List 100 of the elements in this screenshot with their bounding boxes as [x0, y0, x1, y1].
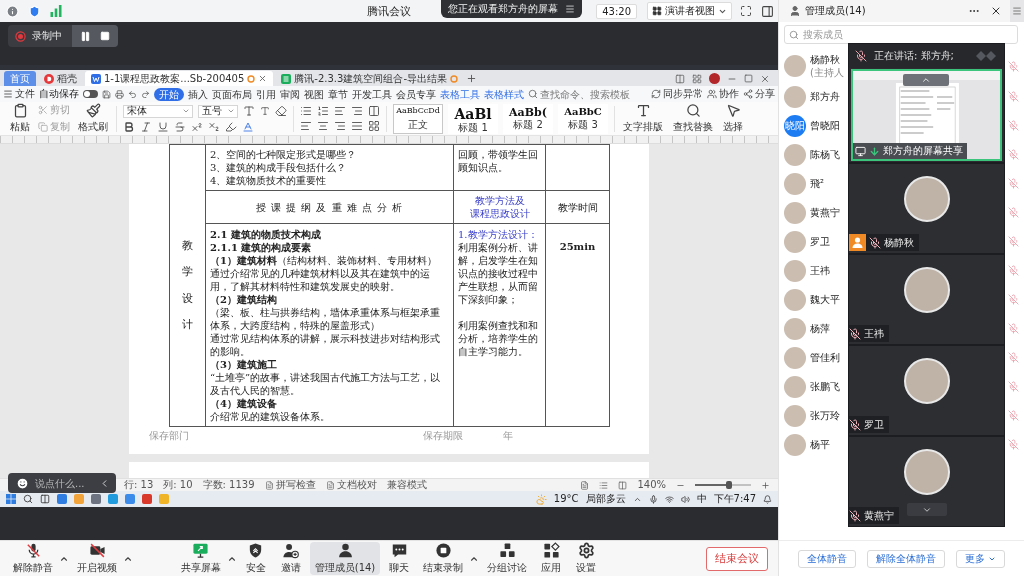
file-menu-button[interactable]: 文件: [3, 87, 35, 101]
align-left-icon[interactable]: [300, 120, 312, 132]
reading-view-icon[interactable]: [618, 480, 628, 490]
menu-icon[interactable]: [3, 89, 13, 99]
video-off-icon[interactable]: [88, 542, 106, 559]
start-video-button[interactable]: 开启视频: [72, 542, 122, 575]
document-tab[interactable]: 1-1课程思政教案...Sb-200405: [85, 71, 274, 86]
breakout-rooms-button[interactable]: 分组讨论: [482, 542, 533, 575]
list-icon[interactable]: [565, 4, 575, 14]
italic-icon[interactable]: [140, 120, 152, 133]
invite-button[interactable]: 邀请: [274, 542, 307, 575]
share-button[interactable]: 分享: [743, 87, 775, 101]
ribbon-tab[interactable]: 插入: [188, 87, 208, 101]
restore-icon[interactable]: [744, 74, 753, 83]
ribbon-tab[interactable]: 会员专享: [396, 87, 436, 101]
end-meeting-button[interactable]: 结束会议: [706, 546, 768, 571]
grid-icon[interactable]: [652, 6, 662, 16]
columns-icon[interactable]: [368, 105, 380, 117]
sidebar-toggle-icon[interactable]: [761, 4, 774, 18]
command-search-field[interactable]: 查找命令、搜索模板: [528, 87, 636, 101]
pause-icon[interactable]: [80, 30, 91, 42]
find-replace-button[interactable]: 查找替换: [671, 103, 715, 134]
stop-recording-button[interactable]: 结束录制: [418, 542, 469, 575]
apps-button[interactable]: 应用: [535, 542, 568, 575]
strikethrough-icon[interactable]: [174, 120, 186, 133]
new-tab-icon[interactable]: [466, 73, 478, 84]
undo-icon[interactable]: [128, 89, 137, 99]
document-icon[interactable]: [264, 480, 274, 490]
style-preset[interactable]: AaBbCcDd 正文: [393, 103, 443, 134]
mute-all-button[interactable]: 全体静音: [798, 549, 856, 568]
text-layout-button[interactable]: 文字排版: [621, 103, 665, 134]
unmute-all-button[interactable]: 解除全体静音: [867, 549, 945, 568]
volume-icon[interactable]: [680, 494, 690, 504]
numbered-list-icon[interactable]: [317, 105, 329, 117]
indent-icon[interactable]: [334, 105, 346, 117]
signal-icon[interactable]: [50, 5, 62, 17]
ribbon-tab[interactable]: 开发工具: [352, 87, 392, 101]
chat-input[interactable]: 说点什么...: [8, 473, 116, 493]
zoom-in-icon[interactable]: [761, 480, 770, 490]
redo-icon[interactable]: [141, 89, 150, 99]
outdent-icon[interactable]: [351, 105, 363, 117]
ribbon-tab[interactable]: 引用: [256, 87, 276, 101]
manage-members-button[interactable]: 管理成员(14): [309, 542, 381, 575]
autosave-toggle[interactable]: [83, 90, 98, 98]
slider-thumb[interactable]: [725, 481, 732, 489]
settings-icon[interactable]: [577, 542, 595, 559]
save-icon[interactable]: [102, 89, 111, 99]
font-dropdown[interactable]: 宋体: [123, 104, 193, 118]
style-preset[interactable]: AaBb( 标题 2: [503, 103, 553, 134]
screen-share-icon[interactable]: [192, 542, 210, 559]
superscript-icon[interactable]: [191, 120, 203, 133]
document-tab[interactable]: 腾讯-2.3.3建筑空间组合-导出结果: [275, 71, 465, 86]
chat-button[interactable]: 聊天: [383, 542, 416, 575]
style-preset[interactable]: AaBbC 标题 3: [558, 103, 608, 134]
smiley-icon[interactable]: [16, 476, 29, 490]
search-icon[interactable]: [23, 494, 33, 504]
sync-status-button[interactable]: 同步异常: [651, 87, 703, 101]
grow-font-icon[interactable]: [243, 105, 255, 117]
windows-logo-icon[interactable]: [6, 494, 16, 504]
align-right-icon[interactable]: [334, 120, 346, 132]
stop-icon[interactable]: [434, 542, 452, 559]
stop-icon[interactable]: [100, 31, 110, 41]
ribbon-tab[interactable]: 表格工具: [440, 87, 480, 101]
subscript-icon[interactable]: [208, 120, 220, 133]
settings-button[interactable]: 设置: [570, 542, 603, 575]
layout-icon[interactable]: [675, 73, 685, 84]
info-icon[interactable]: [6, 4, 19, 18]
bold-icon[interactable]: [123, 120, 135, 133]
format-painter-button[interactable]: 格式刷: [76, 103, 110, 134]
bullet-list-icon[interactable]: [300, 105, 312, 117]
font-color-icon[interactable]: [242, 120, 254, 133]
view-mode-dropdown[interactable]: 演讲者视图: [647, 2, 732, 20]
ribbon-tab[interactable]: 页面布局: [212, 87, 252, 101]
document-icon[interactable]: [325, 480, 335, 490]
ribbon-tab[interactable]: 表格样式: [484, 87, 524, 101]
underline-icon[interactable]: [157, 120, 169, 133]
clear-format-icon[interactable]: [275, 105, 287, 117]
add-user-icon[interactable]: [282, 542, 300, 559]
apps-grid-icon[interactable]: [542, 542, 560, 559]
fullscreen-icon[interactable]: [740, 5, 752, 17]
wifi-icon[interactable]: [664, 494, 674, 504]
ribbon-tab[interactable]: 视图: [304, 87, 324, 101]
security-button[interactable]: 安全: [239, 542, 272, 575]
ribbon-tab[interactable]: 开始: [154, 87, 184, 101]
shrink-font-icon[interactable]: [260, 106, 270, 116]
collaborate-button[interactable]: 协作: [707, 87, 739, 101]
chat-bubble-icon[interactable]: [390, 542, 408, 559]
close-icon[interactable]: [990, 5, 1002, 17]
outline-view-icon[interactable]: [599, 480, 609, 490]
style-preset[interactable]: AaBl 标题 1: [448, 103, 498, 134]
font-size-dropdown[interactable]: 五号: [198, 104, 238, 118]
more-button[interactable]: 更多: [956, 549, 1005, 568]
select-button[interactable]: 选择: [721, 103, 745, 134]
mic-icon[interactable]: [648, 494, 658, 504]
share-screen-button[interactable]: 共享屏幕: [175, 542, 226, 575]
print-icon[interactable]: [115, 89, 124, 99]
task-view-icon[interactable]: [40, 494, 50, 504]
person-icon[interactable]: [336, 542, 354, 559]
ribbon-tab[interactable]: 审阅: [280, 87, 300, 101]
avatar-placeholder[interactable]: [709, 73, 720, 84]
